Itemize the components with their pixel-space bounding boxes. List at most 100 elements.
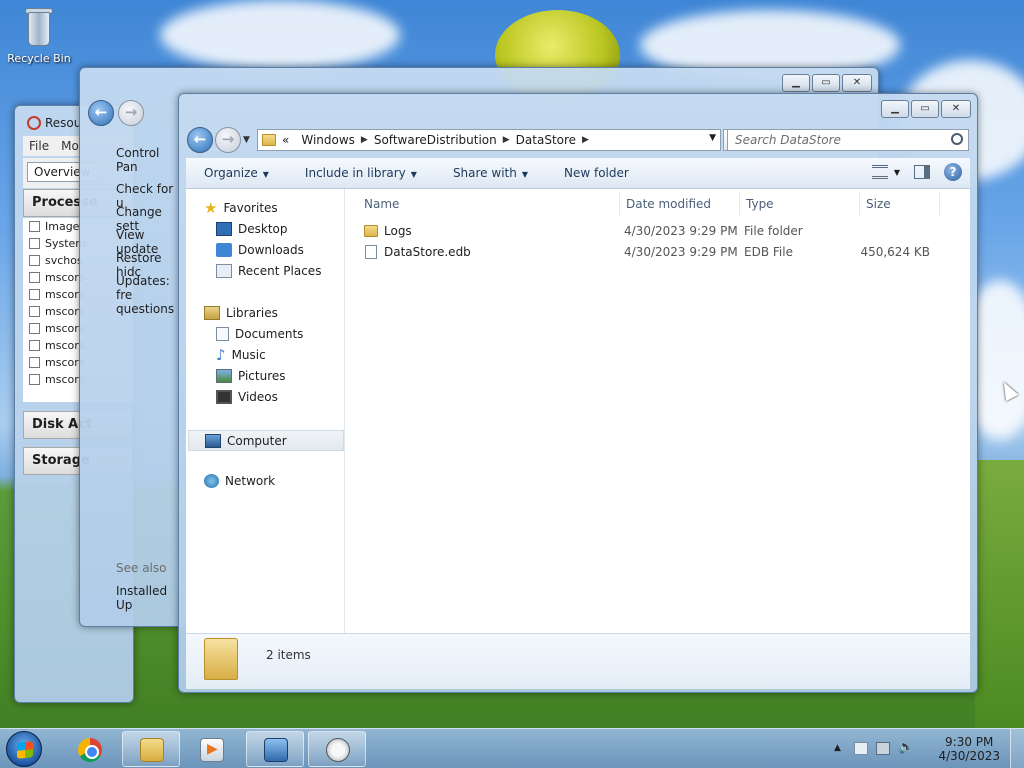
chevron-down-icon: ▼	[410, 170, 417, 179]
nav-favorites[interactable]: ★ Favorites	[204, 199, 278, 217]
address-bar[interactable]: « Windows ▶ SoftwareDistribution ▶ DataS…	[257, 129, 721, 151]
chrome-icon	[78, 738, 102, 762]
documents-icon	[216, 327, 229, 341]
windows-update-icon	[264, 738, 288, 762]
file-list: Name Date modified Type Size Logs 4/30/2…	[346, 189, 970, 633]
nav-libraries[interactable]: Libraries	[204, 306, 278, 320]
start-button[interactable]	[6, 731, 42, 767]
windows-update-caption-buttons: ▁ ▭ ✕	[782, 74, 872, 92]
change-view-button[interactable]: ▼	[871, 165, 900, 179]
control-panel-home-link[interactable]: Control Pan	[116, 146, 178, 174]
notification-area: ▲ 🔈 9:30 PM 4/30/2023	[834, 729, 1024, 768]
taskbar-explorer[interactable]	[122, 731, 180, 767]
minimize-button[interactable]: ▁	[881, 100, 909, 118]
maximize-button[interactable]: ▭	[812, 74, 840, 92]
column-type[interactable]: Type	[740, 193, 860, 215]
forward-button[interactable]: →	[215, 127, 241, 153]
clock[interactable]: 9:30 PM 4/30/2023	[938, 735, 1000, 763]
folder-icon	[364, 225, 378, 237]
new-folder-button[interactable]: New folder	[546, 166, 647, 180]
forward-button[interactable]: →	[118, 100, 144, 126]
process-checkbox[interactable]	[29, 340, 40, 351]
explorer-window[interactable]: ▁ ▭ ✕ ← → ▼ « Windows ▶ SoftwareDistribu…	[178, 93, 978, 693]
nav-network[interactable]: Network	[204, 474, 275, 488]
recent-places-icon	[216, 264, 232, 278]
downloads-icon	[216, 243, 232, 257]
recycle-bin-desktop-icon[interactable]: Recycle Bin	[6, 6, 72, 65]
star-icon: ★	[204, 199, 218, 217]
libraries-icon	[204, 306, 220, 320]
nav-downloads[interactable]: Downloads	[216, 243, 304, 257]
close-button[interactable]: ✕	[842, 74, 872, 92]
help-icon[interactable]: ?	[944, 163, 962, 181]
process-checkbox[interactable]	[29, 272, 40, 283]
nav-recent-places[interactable]: Recent Places	[216, 264, 321, 278]
installed-updates-link[interactable]: Installed Up	[116, 584, 178, 612]
back-button[interactable]: ←	[88, 100, 114, 126]
search-input[interactable]: Search DataStore	[727, 129, 969, 151]
maximize-button[interactable]: ▭	[911, 100, 939, 118]
search-icon	[951, 133, 963, 145]
column-date-modified[interactable]: Date modified	[620, 193, 740, 215]
process-checkbox[interactable]	[29, 323, 40, 334]
show-hidden-icons-icon[interactable]: ▲	[834, 743, 841, 753]
media-player-icon	[200, 738, 224, 762]
include-in-library-button[interactable]: Include in library ▼	[287, 166, 435, 180]
clock-date: 4/30/2023	[938, 749, 1000, 763]
menu-monitor[interactable]: Mo	[61, 139, 79, 153]
column-size[interactable]: Size	[860, 193, 940, 215]
cloud	[160, 0, 400, 70]
column-name[interactable]: Name	[358, 193, 620, 215]
organize-button[interactable]: Organize ▼	[186, 166, 287, 180]
wallpaper-hill	[975, 460, 1024, 730]
nav-pictures[interactable]: Pictures	[216, 369, 286, 383]
show-desktop-button[interactable]	[1010, 729, 1024, 768]
breadcrumb-chevron-icon[interactable]: ▶	[582, 135, 589, 145]
address-overflow[interactable]: «	[276, 133, 295, 147]
process-checkbox[interactable]	[29, 255, 40, 266]
file-row-logs[interactable]: Logs 4/30/2023 9:29 PM File folder	[360, 221, 960, 241]
nav-desktop[interactable]: Desktop	[216, 222, 288, 236]
back-button[interactable]: ←	[187, 127, 213, 153]
action-center-icon[interactable]	[854, 742, 868, 755]
resource-monitor-icon	[326, 738, 350, 762]
taskbar-media-player[interactable]	[182, 731, 240, 767]
close-button[interactable]: ✕	[941, 100, 971, 118]
process-checkbox[interactable]	[29, 306, 40, 317]
process-checkbox[interactable]	[29, 221, 40, 232]
network-icon	[204, 474, 219, 488]
command-bar: Organize ▼ Include in library ▼ Share with…	[186, 158, 970, 189]
breadcrumb-softwaredistribution[interactable]: SoftwareDistribution	[368, 133, 503, 147]
process-checkbox[interactable]	[29, 289, 40, 300]
menu-file[interactable]: File	[29, 139, 49, 153]
recent-pages-dropdown-icon[interactable]: ▼	[243, 135, 250, 145]
nav-computer[interactable]: Computer	[188, 430, 344, 451]
share-with-button[interactable]: Share with ▼	[435, 166, 546, 180]
item-count: 2 items	[266, 648, 311, 662]
videos-icon	[216, 390, 232, 404]
updates-faq-link[interactable]: Updates: fre questions	[116, 274, 180, 316]
taskbar-chrome[interactable]	[60, 731, 118, 767]
preview-pane-icon[interactable]	[914, 165, 930, 179]
breadcrumb-datastore[interactable]: DataStore	[510, 133, 582, 147]
breadcrumb-chevron-icon[interactable]: ▶	[361, 135, 368, 145]
minimize-button[interactable]: ▁	[782, 74, 810, 92]
address-dropdown-icon[interactable]: ▼	[709, 133, 716, 143]
pictures-icon	[216, 369, 232, 383]
taskbar-windows-update[interactable]	[246, 731, 304, 767]
volume-icon[interactable]: 🔈	[898, 741, 914, 755]
process-checkbox[interactable]	[29, 238, 40, 249]
process-checkbox[interactable]	[29, 357, 40, 368]
nav-videos[interactable]: Videos	[216, 390, 278, 404]
chevron-down-icon: ▼	[893, 167, 900, 177]
breadcrumb-windows[interactable]: Windows	[295, 133, 361, 147]
taskbar-resource-monitor[interactable]	[308, 731, 366, 767]
breadcrumb-chevron-icon[interactable]: ▶	[503, 135, 510, 145]
computer-icon	[205, 433, 221, 448]
nav-documents[interactable]: Documents	[216, 327, 303, 341]
see-also-heading: See also	[116, 561, 167, 575]
process-checkbox[interactable]	[29, 374, 40, 385]
nav-music[interactable]: ♪ Music	[216, 348, 266, 363]
network-status-icon[interactable]	[876, 742, 890, 755]
file-row-datastore-edb[interactable]: DataStore.edb 4/30/2023 9:29 PM EDB File…	[360, 242, 960, 262]
